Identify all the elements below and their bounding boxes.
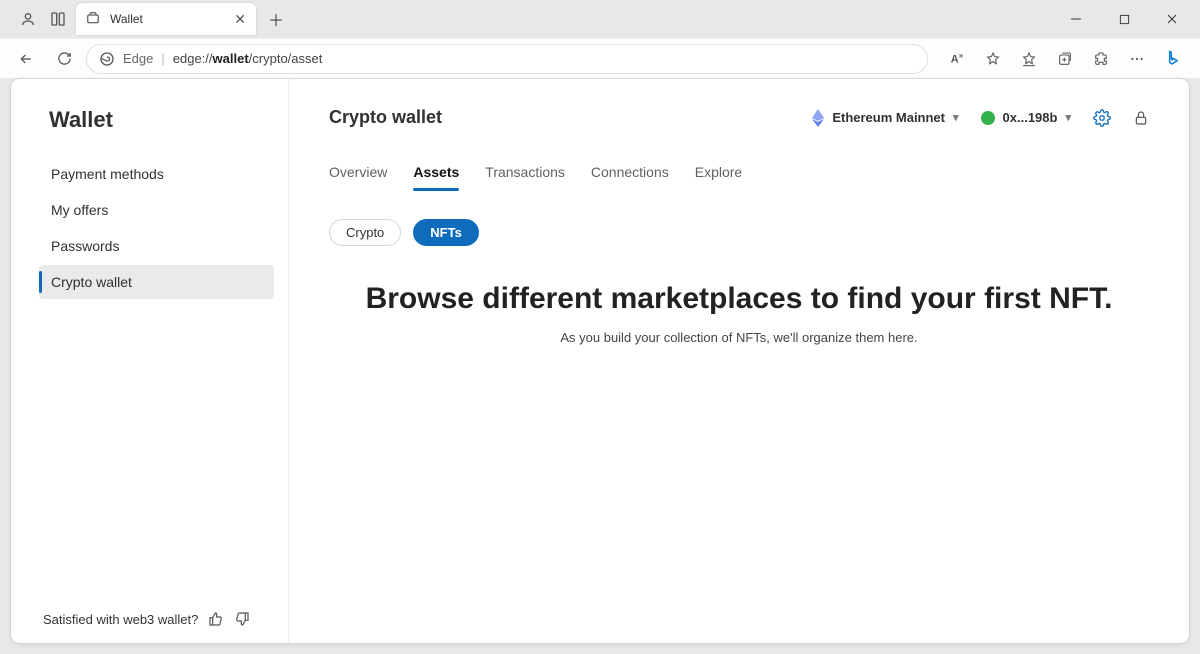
sidebar-item-crypto-wallet[interactable]: Crypto wallet (39, 265, 274, 299)
profile-icon[interactable] (20, 11, 36, 27)
tab-connections[interactable]: Connections (591, 164, 669, 190)
network-selector[interactable]: Ethereum Mainnet ▾ (812, 109, 958, 127)
asset-type-pills: Crypto NFTs (329, 219, 1149, 246)
sidebar-title: Wallet (39, 107, 274, 133)
empty-heading: Browse different marketplaces to find yo… (329, 282, 1149, 316)
thumbs-down-icon[interactable] (234, 611, 250, 627)
content-tabs: Overview Assets Transactions Connections… (329, 164, 1149, 191)
window-titlebar: Wallet ✕ ＋ (0, 0, 1200, 38)
tab-transactions[interactable]: Transactions (485, 164, 565, 190)
nav-back-button[interactable] (10, 43, 42, 75)
chevron-down-icon: ▾ (953, 111, 959, 124)
sidebar: Wallet Payment methods My offers Passwor… (11, 79, 289, 643)
omnibox-site-label: Edge (123, 51, 153, 66)
thumbs-up-icon[interactable] (208, 611, 224, 627)
wallet-app-card: Wallet Payment methods My offers Passwor… (10, 78, 1190, 644)
tab-title: Wallet (110, 12, 226, 26)
more-icon[interactable] (1120, 43, 1154, 75)
empty-subtext: As you build your collection of NFTs, we… (329, 330, 1149, 345)
main-content: Crypto wallet Ethereum Mainnet ▾ 0x...19… (289, 79, 1189, 643)
pill-crypto[interactable]: Crypto (329, 219, 401, 246)
header-right: Ethereum Mainnet ▾ 0x...198b ▾ (812, 109, 1149, 127)
account-selector[interactable]: 0x...198b ▾ (981, 110, 1071, 125)
address-bar: Edge | edge://wallet/crypto/asset A» (0, 38, 1200, 78)
nav-refresh-button[interactable] (48, 43, 80, 75)
ethereum-icon (812, 109, 824, 127)
account-label: 0x...198b (1003, 110, 1058, 125)
window-close-button[interactable] (1150, 4, 1194, 34)
tab-explore[interactable]: Explore (695, 164, 742, 190)
extensions-icon[interactable] (1084, 43, 1118, 75)
account-status-dot (981, 111, 995, 125)
feedback-prompt: Satisfied with web3 wallet? (43, 612, 198, 627)
lock-icon[interactable] (1133, 109, 1149, 127)
pill-nfts[interactable]: NFTs (413, 219, 479, 246)
favorites-bar-icon[interactable] (1012, 43, 1046, 75)
browser-tab[interactable]: Wallet ✕ (76, 3, 256, 35)
omnibox-url: edge://wallet/crypto/asset (173, 51, 323, 66)
window-maximize-button[interactable] (1102, 4, 1146, 34)
sidebar-item-payment-methods[interactable]: Payment methods (39, 157, 274, 191)
workspaces-icon[interactable] (50, 11, 66, 27)
tab-assets[interactable]: Assets (413, 164, 459, 190)
edge-logo-icon (99, 51, 115, 67)
chevron-down-icon: ▾ (1065, 111, 1071, 124)
sidebar-item-my-offers[interactable]: My offers (39, 193, 274, 227)
new-tab-button[interactable]: ＋ (262, 5, 290, 33)
tab-overview[interactable]: Overview (329, 164, 387, 190)
page-title: Crypto wallet (329, 107, 442, 128)
main-header: Crypto wallet Ethereum Mainnet ▾ 0x...19… (329, 107, 1149, 128)
omnibox[interactable]: Edge | edge://wallet/crypto/asset (86, 44, 928, 74)
wallet-tab-icon (86, 11, 102, 27)
tab-close-icon[interactable]: ✕ (234, 11, 246, 28)
sidebar-feedback: Satisfied with web3 wallet? (39, 611, 274, 627)
network-label: Ethereum Mainnet (832, 110, 945, 125)
sidebar-item-passwords[interactable]: Passwords (39, 229, 274, 263)
empty-state: Browse different marketplaces to find yo… (329, 282, 1149, 345)
window-minimize-button[interactable] (1054, 4, 1098, 34)
favorite-icon[interactable] (976, 43, 1010, 75)
address-bar-actions: A» (940, 43, 1190, 75)
collections-icon[interactable] (1048, 43, 1082, 75)
window-controls (1054, 4, 1194, 34)
read-aloud-icon[interactable]: A» (940, 43, 974, 75)
settings-icon[interactable] (1093, 109, 1111, 127)
omnibox-separator: | (161, 51, 164, 66)
bing-icon[interactable] (1156, 43, 1190, 75)
titlebar-left (6, 11, 66, 27)
